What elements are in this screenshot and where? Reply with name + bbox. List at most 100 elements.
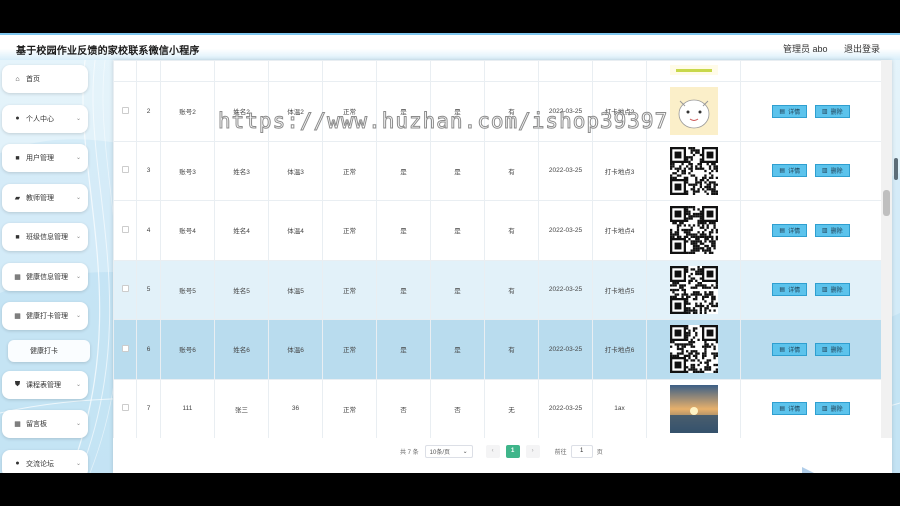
pagination: 共 7 条 10条/页 ⌄ ‹ 1 › 前往 1 页 <box>400 444 603 458</box>
page-scrollbar-thumb[interactable] <box>894 158 898 180</box>
chevron-down-icon: ⌄ <box>462 448 468 455</box>
page-number-active[interactable]: 1 <box>505 444 520 458</box>
sidebar-item-label: 班级信息管理 <box>26 234 68 241</box>
trash-icon: ▥ <box>821 108 828 115</box>
chevron-down-icon: ⌄ <box>75 421 81 427</box>
sidebar-item-0[interactable]: ⌂ 首页 <box>2 65 88 93</box>
sidebar-item-8[interactable]: ⛊ 课程表管理 ⌄ <box>2 370 88 399</box>
sidebar-item-3[interactable]: ▰ 教师管理 ⌄ <box>2 183 88 212</box>
row-checkbox[interactable] <box>121 106 129 114</box>
cell-name: 张三 <box>214 378 269 438</box>
cell-image[interactable] <box>646 140 741 201</box>
document-icon: ▤ <box>779 108 786 115</box>
cell-index: 5 <box>136 259 161 320</box>
page-size-select[interactable]: 10条/页 ⌄ <box>424 444 473 458</box>
detail-button[interactable]: ▤ 详情 <box>772 283 808 297</box>
prev-page-button[interactable]: ‹ <box>485 444 500 458</box>
cell-location: 打卡地点6 <box>592 319 647 380</box>
table-row[interactable]: 4 账号4 姓名4 体温4 正常是是有 2022-03-25 打卡地点4 ▤ 详情 ▥ 删除 <box>113 200 881 261</box>
row-checkbox-cell[interactable] <box>113 81 137 142</box>
next-page-button[interactable]: › <box>525 444 540 458</box>
qr-code-image <box>669 265 718 314</box>
cell-actions: ▤ 详情 ▥ 删除 <box>740 378 881 438</box>
table-scroll-thumb[interactable] <box>883 190 890 216</box>
row-checkbox[interactable] <box>121 404 129 412</box>
detail-button-label: 详情 <box>788 109 801 116</box>
row-checkbox[interactable] <box>121 166 129 174</box>
row-checkbox[interactable] <box>121 344 129 352</box>
table-row[interactable]: 5 账号5 姓名5 体温5 正常是是有 2022-03-25 打卡地点5 ▤ 详情 ▥ 删除 <box>113 259 881 320</box>
sidebar-item-7[interactable]: 健康打卡 <box>8 339 90 362</box>
detail-button[interactable]: ▤ 详情 <box>772 342 808 356</box>
row-checkbox-cell[interactable] <box>113 200 137 261</box>
current-user-label[interactable]: 管理员 abo <box>783 44 828 54</box>
cell-image[interactable] <box>646 200 741 261</box>
delete-button[interactable]: ▥ 删除 <box>814 402 850 416</box>
cell-q3: 有 <box>484 81 539 142</box>
cell-actions: ▤ 详情 ▥ 删除 <box>740 140 881 201</box>
content-panel: 2 账号2 姓名2 体温2 正常是是有 2022-03-25 打卡地点2 ▤ 详情 ▥ 删除 3… <box>113 60 892 473</box>
cell-image[interactable] <box>646 319 741 380</box>
cell-q2: 是 <box>430 140 485 201</box>
detail-button[interactable]: ▤ 详情 <box>772 223 808 237</box>
table-row[interactable]: 2 账号2 姓名2 体温2 正常是是有 2022-03-25 打卡地点2 ▤ 详情 ▥ 删除 <box>113 81 881 142</box>
table-row[interactable]: 3 账号3 姓名3 体温3 正常是是有 2022-03-25 打卡地点3 ▤ 详情 ▥ 删除 <box>113 140 881 201</box>
delete-button[interactable]: ▥ 删除 <box>814 342 850 356</box>
top-header: 基于校园作业反馈的家校联系微信小程序 管理员 abo 退出登录 <box>0 33 900 60</box>
sidebar-item-label: 用户管理 <box>26 155 54 162</box>
row-checkbox-cell[interactable] <box>113 259 137 320</box>
cell-q1: 是 <box>376 81 431 142</box>
delete-button-label: 删除 <box>830 169 843 176</box>
delete-button[interactable]: ▥ 删除 <box>814 283 850 297</box>
grid-icon: ▦ <box>14 421 21 428</box>
delete-button-label: 删除 <box>830 288 843 295</box>
detail-button[interactable]: ▤ 详情 <box>772 164 808 178</box>
delete-button-label: 删除 <box>830 347 843 354</box>
sidebar-item-10[interactable]: ● 交流论坛 ⌄ <box>2 449 88 473</box>
cell-image[interactable] <box>646 81 741 142</box>
sidebar-item-6[interactable]: ▦ 健康打卡管理 ⌄ <box>2 302 88 330</box>
cell-temp: 体温2 <box>268 81 323 142</box>
delete-button[interactable]: ▥ 删除 <box>814 104 850 118</box>
table-scroll-area[interactable]: 2 账号2 姓名2 体温2 正常是是有 2022-03-25 打卡地点2 ▤ 详情 ▥ 删除 3… <box>113 60 881 438</box>
delete-button[interactable]: ▥ 删除 <box>814 223 850 237</box>
sidebar-item-4[interactable]: ■ 班级信息管理 ⌄ <box>2 223 88 251</box>
cell-actions: ▤ 详情 ▥ 删除 <box>740 319 881 380</box>
table-row[interactable]: 7 111 张三 36 正常否否无 2022-03-25 1ax ▤ 详情 ▥ 删除 <box>113 378 881 438</box>
cell-index: 2 <box>136 81 161 142</box>
cell-name: 姓名3 <box>214 140 269 201</box>
cell-account: 111 <box>160 378 215 438</box>
cell-q2: 是 <box>430 81 485 142</box>
sidebar-item-9[interactable]: ▦ 留言板 ⌄ <box>2 410 88 438</box>
cell-date: 2022-03-25 <box>538 200 593 261</box>
cell-image[interactable] <box>646 259 741 320</box>
table-scrollbar[interactable] <box>881 60 892 438</box>
row-checkbox-cell[interactable] <box>113 140 137 201</box>
partial-image-cell <box>646 60 741 82</box>
row-checkbox-cell[interactable] <box>113 319 137 380</box>
goto-page-input[interactable]: 1 <box>570 444 593 458</box>
sidebar-item-5[interactable]: ▦ 健康信息管理 ⌄ <box>2 262 88 291</box>
video-play-logo-icon <box>794 455 822 473</box>
table-row[interactable]: 6 账号6 姓名6 体温6 正常是是有 2022-03-25 打卡地点6 ▤ 详情 ▥ 删除 <box>113 319 881 380</box>
goto-page-unit: 页 <box>596 449 603 456</box>
logout-link[interactable]: 退出登录 <box>844 44 880 54</box>
cell-account: 账号4 <box>160 200 215 261</box>
detail-button[interactable]: ▤ 详情 <box>772 402 808 416</box>
goto-label: 前往 <box>554 449 567 456</box>
detail-button-label: 详情 <box>788 288 801 295</box>
detail-button-label: 详情 <box>788 169 801 176</box>
delete-button[interactable]: ▥ 删除 <box>814 164 850 178</box>
user-icon: ● <box>15 115 20 122</box>
chevron-down-icon: ⌄ <box>75 273 81 280</box>
row-checkbox-cell[interactable] <box>113 378 137 438</box>
row-checkbox[interactable] <box>121 225 129 233</box>
cell-image[interactable] <box>646 378 741 438</box>
row-checkbox[interactable] <box>121 285 129 293</box>
shield-icon: ⛊ <box>14 380 21 388</box>
detail-button[interactable]: ▤ 详情 <box>772 104 808 118</box>
sidebar-item-1[interactable]: ● 个人中心 ⌄ <box>2 104 88 133</box>
cell-q3: 有 <box>484 140 539 201</box>
document-icon: ▤ <box>779 406 786 413</box>
sidebar-item-2[interactable]: ■ 用户管理 ⌄ <box>2 144 88 172</box>
